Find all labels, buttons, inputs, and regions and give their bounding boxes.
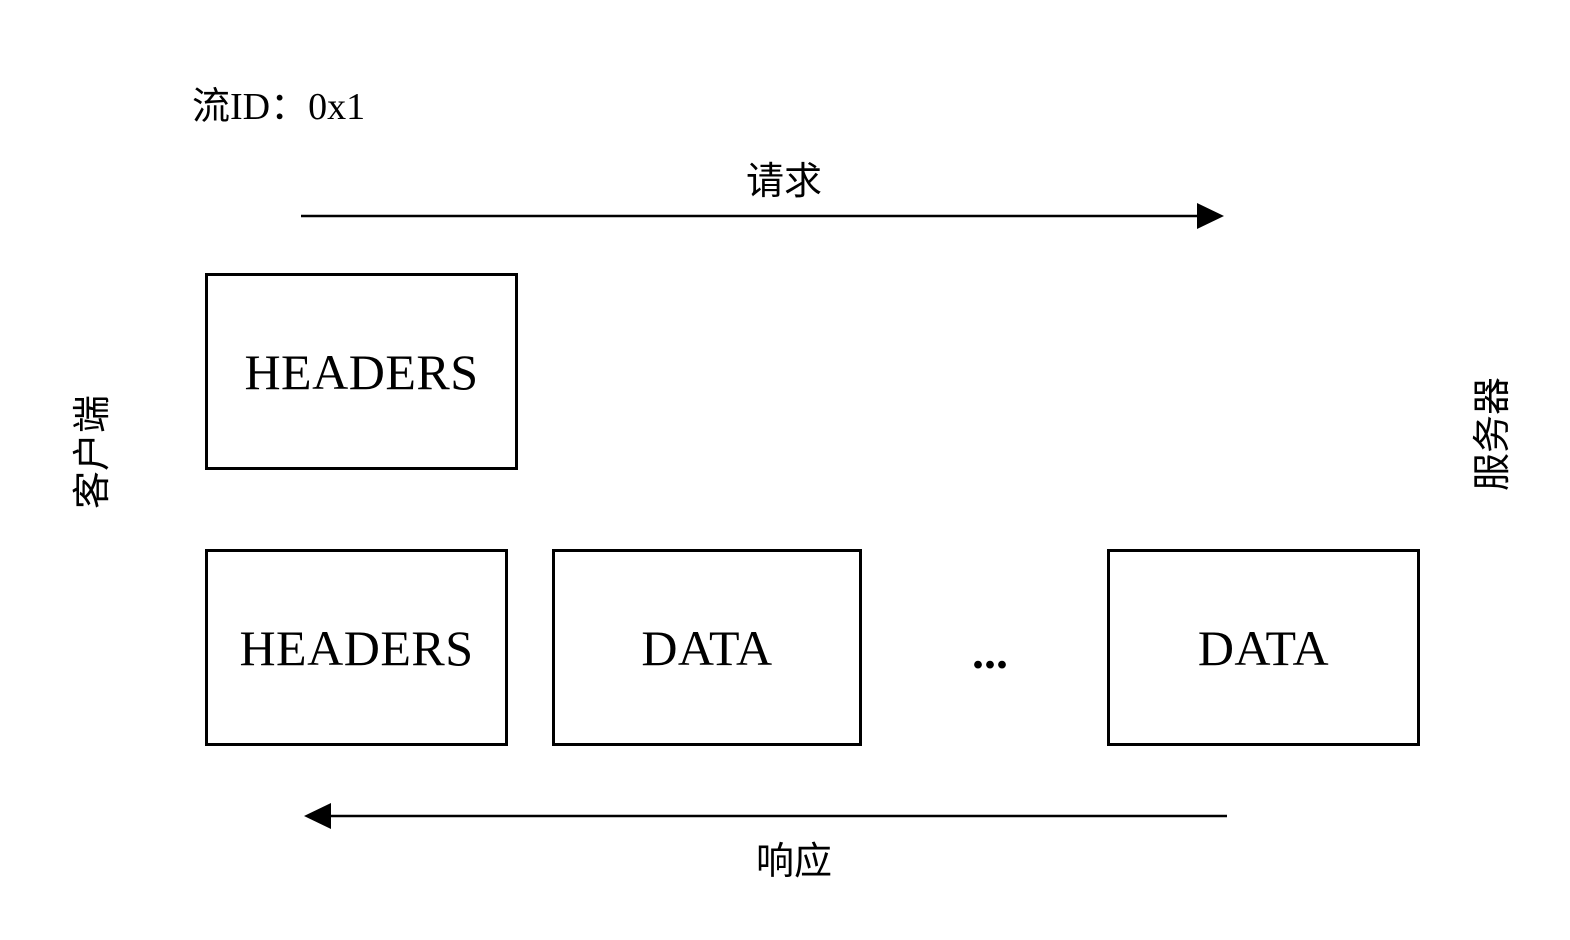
response-label: 响应 <box>755 841 832 883</box>
server-label: 服务器 <box>1472 377 1514 492</box>
frame-label: DATA <box>1197 619 1330 676</box>
client-label: 客户端 <box>72 395 114 510</box>
response-headers-frame: HEADERS <box>205 549 508 746</box>
ellipsis: ... <box>972 626 1008 679</box>
frame-label: DATA <box>641 619 773 676</box>
request-label: 请求 <box>745 161 822 203</box>
response-data-frame-2: DATA <box>1107 549 1420 746</box>
response-arrow <box>304 803 1227 829</box>
stream-id-label: 流ID：0x1 <box>192 86 366 128</box>
request-arrow <box>301 203 1224 229</box>
arrows-layer <box>301 203 1227 829</box>
frame-label: HEADERS <box>239 619 474 676</box>
response-data-frame-1: DATA <box>552 549 862 746</box>
request-headers-frame: HEADERS <box>205 273 518 470</box>
frame-label: HEADERS <box>244 343 479 400</box>
